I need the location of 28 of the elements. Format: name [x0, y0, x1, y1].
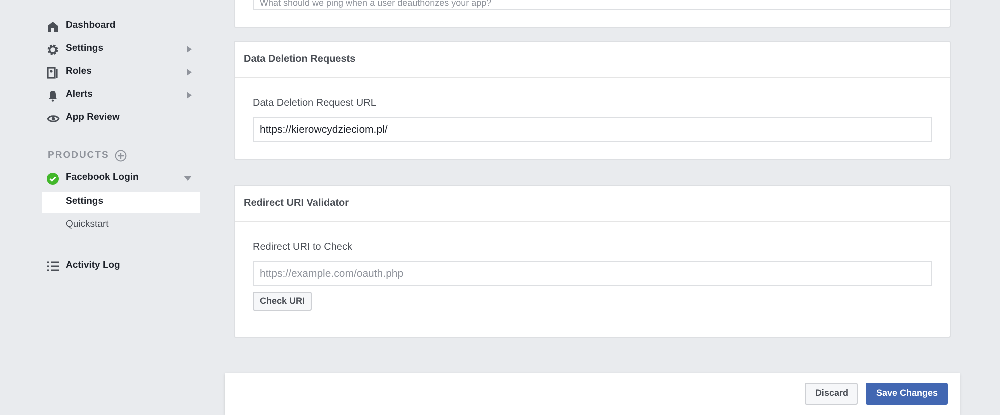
badge-icon [47, 66, 59, 78]
discard-button[interactable]: Discard [805, 383, 858, 405]
list-icon [47, 261, 59, 272]
add-icon[interactable] [115, 150, 128, 162]
sidebar-item[interactable]: Facebook Login [42, 167, 200, 190]
check-circle-icon [47, 172, 59, 184]
field-label: Redirect URI to Check [253, 241, 352, 255]
sidebar-item[interactable]: Roles [42, 61, 200, 84]
section-heading: PRODUCTS [48, 148, 110, 163]
sidebar-item[interactable]: Activity Log [42, 255, 200, 278]
input-field[interactable]: https://kierowcydzieciom.pl/ [253, 117, 932, 142]
submenu-item[interactable]: Quickstart [42, 215, 200, 236]
save-button[interactable]: Save Changes [866, 383, 948, 405]
submenu-item[interactable]: Settings [42, 192, 200, 213]
gear-icon [47, 44, 59, 56]
eye-icon [47, 112, 60, 124]
sidebar-item[interactable]: Settings [42, 38, 200, 61]
caret-down-icon [184, 176, 192, 181]
bell-icon [47, 90, 59, 102]
card-title: Data Deletion Requests [244, 53, 356, 67]
input-field[interactable]: https://example.com/oauth.php [253, 261, 932, 286]
field-label: Data Deletion Request URL [253, 97, 376, 111]
check-button[interactable]: Check URI [253, 292, 312, 311]
home-icon [47, 20, 59, 32]
sidebar-item[interactable]: Alerts [42, 84, 200, 107]
sidebar-item[interactable]: App Review [42, 107, 200, 130]
card-title: Redirect URI Validator [244, 197, 350, 211]
sidebar-item[interactable]: Dashboard [42, 15, 200, 38]
